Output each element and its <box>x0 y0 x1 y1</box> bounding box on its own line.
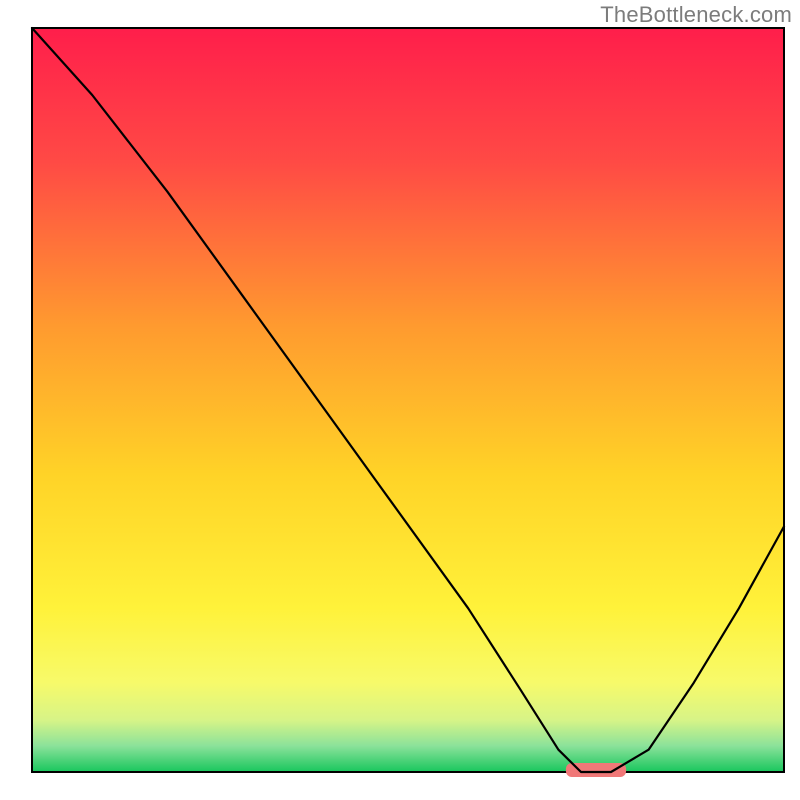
watermark-text: TheBottleneck.com <box>600 2 792 28</box>
chart-svg <box>0 0 800 800</box>
plot-background <box>32 28 784 772</box>
plot-area <box>32 28 784 777</box>
chart-frame: TheBottleneck.com <box>0 0 800 800</box>
